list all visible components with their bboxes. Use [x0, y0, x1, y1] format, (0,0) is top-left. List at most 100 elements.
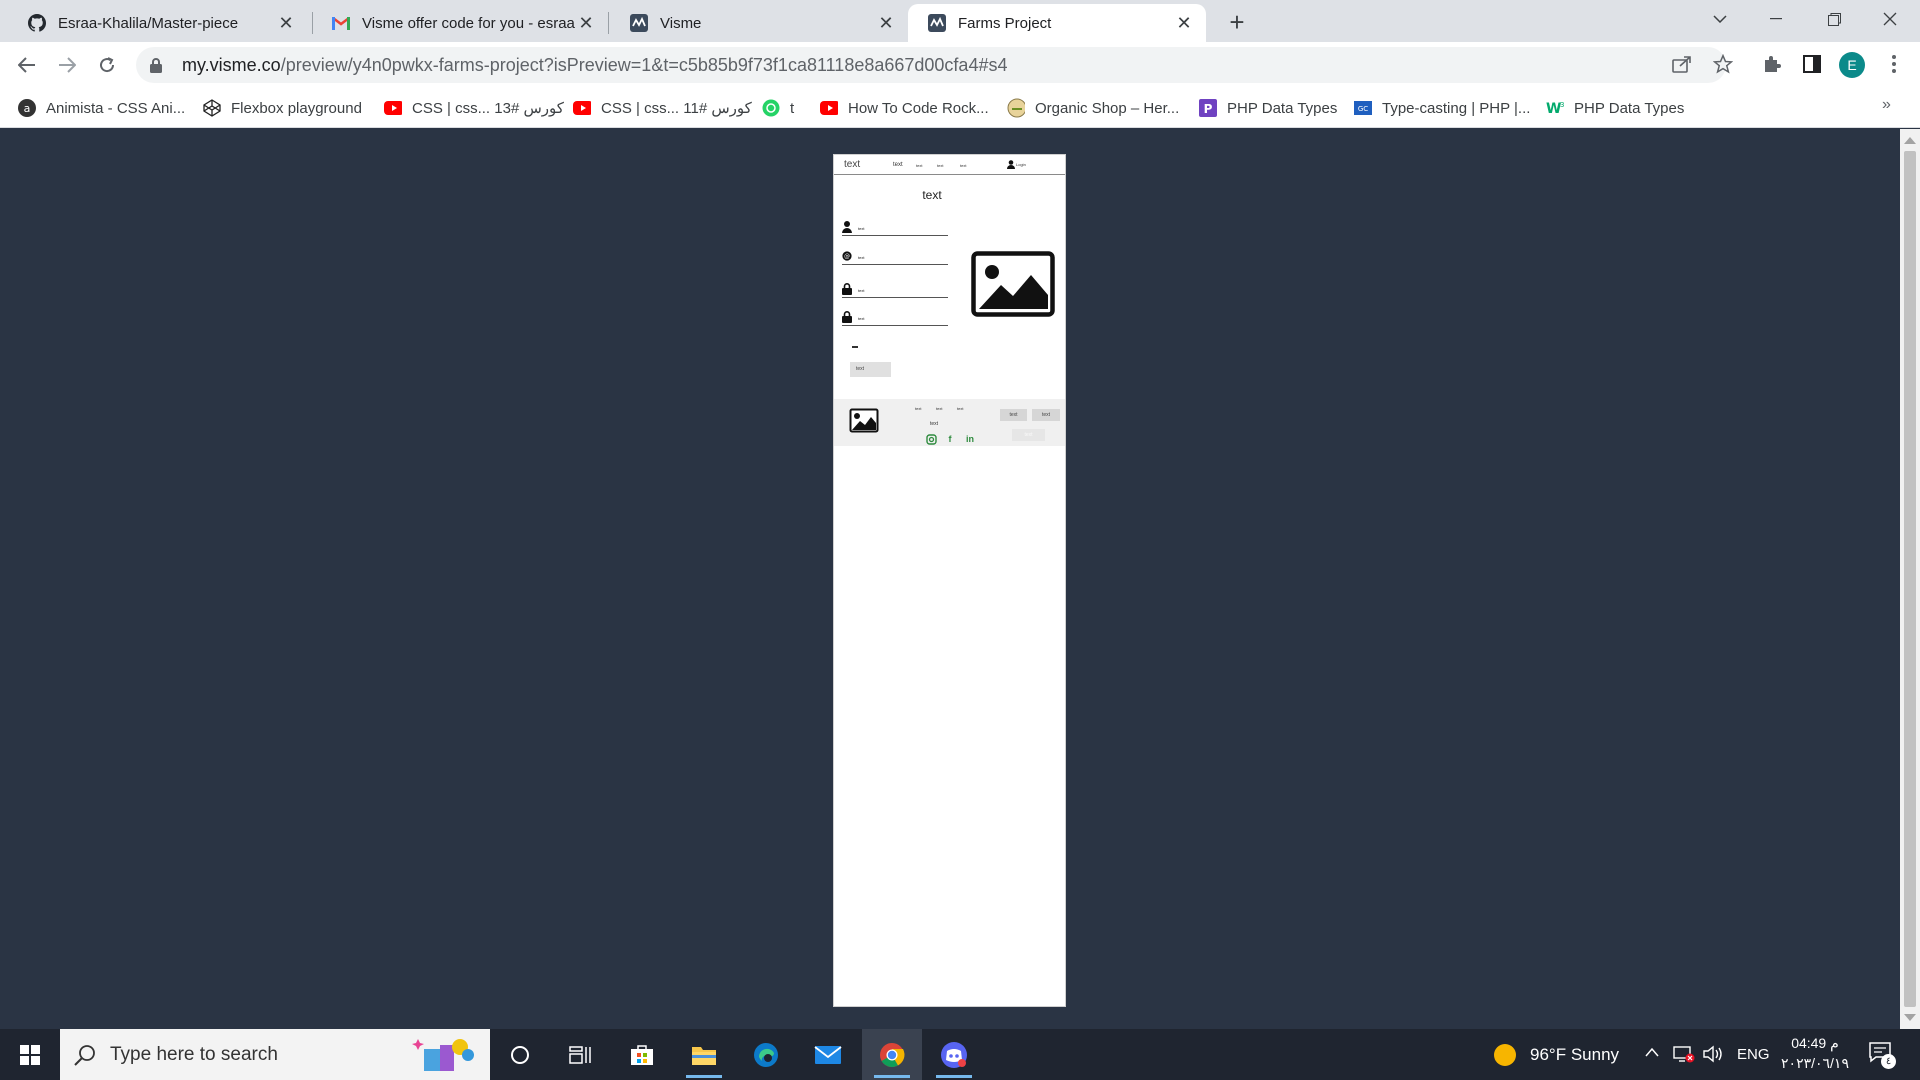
file-explorer-icon[interactable] [674, 1029, 734, 1080]
notification-center-button[interactable]: ٤ [1868, 1041, 1896, 1069]
preview-footer-link[interactable]: text [915, 406, 921, 411]
preview-nav-link[interactable]: text [937, 163, 943, 168]
close-tab-icon[interactable]: ✕ [876, 13, 896, 33]
bookmark-item[interactable]: a Animista - CSS Ani... [18, 96, 185, 120]
close-window-icon[interactable] [1862, 0, 1918, 38]
bookmark-item[interactable]: Flexbox playground [203, 96, 362, 120]
more-menu-icon[interactable] [1880, 50, 1908, 78]
search-icon [74, 1044, 96, 1066]
facebook-icon[interactable]: f [944, 433, 956, 445]
bookmark-item[interactable]: How To Code Rock... [820, 96, 989, 120]
taskbar-search-box[interactable]: Type here to search [60, 1029, 490, 1080]
vertical-scrollbar[interactable] [1900, 129, 1920, 1029]
extensions-puzzle-icon[interactable] [1758, 50, 1786, 78]
microsoft-store-icon[interactable] [612, 1029, 672, 1080]
preview-form-title: text [922, 188, 942, 202]
close-tab-icon[interactable]: ✕ [576, 13, 596, 33]
preview-footer-link[interactable]: text [957, 406, 963, 411]
close-tab-icon[interactable]: ✕ [1174, 13, 1194, 33]
preview-footer-button[interactable]: text [1000, 409, 1027, 421]
close-tab-icon[interactable]: ✕ [276, 13, 296, 33]
preview-login-link[interactable]: Login [1007, 160, 1026, 169]
preview-nav-link[interactable]: text [893, 162, 903, 168]
preview-submit-button[interactable]: text [850, 362, 891, 377]
tab-gmail[interactable]: Visme offer code for you - esraa.k ✕ [312, 4, 608, 42]
preview-brand[interactable]: text [844, 159, 860, 170]
edge-browser-icon[interactable] [736, 1029, 796, 1080]
bookmark-item[interactable]: P PHP Data Types [1199, 96, 1337, 120]
tab-visme[interactable]: Visme ✕ [610, 4, 908, 42]
network-disconnected-icon[interactable] [1673, 1045, 1695, 1063]
preview-confirm-password-field[interactable]: text [842, 310, 948, 326]
windows-taskbar: Type here to search 96°F Sunny ENG 04:49 [0, 1029, 1920, 1080]
clock-date[interactable]: ٢٠٢٣/٠٦/١٩ [1780, 1055, 1850, 1072]
bookmark-item[interactable]: W3 PHP Data Types [1546, 96, 1684, 120]
preview-username-field[interactable]: text [842, 220, 948, 236]
forward-arrow-icon[interactable] [52, 50, 82, 80]
speaker-volume-icon[interactable] [1702, 1045, 1724, 1063]
side-panel-icon[interactable] [1798, 50, 1826, 78]
php-icon: P [1199, 99, 1217, 117]
bookmark-star-icon[interactable] [1709, 50, 1737, 78]
preview-password-field[interactable]: text [842, 282, 948, 298]
bookmarks-overflow-button[interactable]: » [1882, 96, 1891, 114]
preview-email-field[interactable]: @ text [842, 249, 948, 265]
instagram-icon[interactable] [925, 433, 937, 445]
field-label: text [858, 288, 865, 293]
cortana-icon[interactable] [490, 1029, 550, 1080]
bookmark-label: PHP Data Types [1574, 99, 1685, 117]
tray-chevron-up-icon[interactable] [1645, 1047, 1659, 1057]
lock-icon[interactable] [150, 57, 166, 73]
field-label: text [858, 316, 865, 321]
sun-weather-icon[interactable] [1493, 1043, 1517, 1067]
scroll-up-icon[interactable] [1904, 137, 1916, 144]
preview-footer-button[interactable]: text [1032, 409, 1060, 421]
bookmark-item[interactable]: CSS | css... كورس #13 [384, 96, 564, 120]
new-tab-button[interactable]: + [1222, 8, 1252, 38]
user-icon [842, 221, 852, 233]
preview-footer-button[interactable]: text [1012, 429, 1045, 441]
linkedin-icon[interactable]: in [964, 433, 976, 445]
search-highlight-gift-icon [412, 1039, 474, 1071]
chrome-browser-icon[interactable] [862, 1029, 922, 1080]
reload-icon[interactable] [92, 50, 122, 80]
bookmark-item[interactable]: t [762, 96, 794, 120]
language-indicator[interactable]: ENG [1737, 1046, 1770, 1063]
preview-navbar: text text text text text Login [834, 155, 1065, 175]
scroll-thumb[interactable] [1904, 151, 1916, 1007]
mail-icon[interactable] [798, 1029, 858, 1080]
restore-icon[interactable] [1806, 0, 1862, 38]
bookmark-label: Animista - CSS Ani... [46, 99, 186, 117]
youtube-icon [384, 99, 402, 117]
url-text[interactable]: my.visme.co/preview/y4n0pwkx-farms-proje… [182, 55, 1007, 76]
scroll-down-icon[interactable] [1904, 1014, 1916, 1021]
visme-preview-page[interactable]: text text text text text Login text text… [833, 154, 1066, 1007]
tab-github[interactable]: Esraa-Khalila/Master-piece ✕ [8, 4, 308, 42]
email-icon: @ [842, 251, 852, 261]
back-arrow-icon[interactable] [12, 50, 42, 80]
share-icon[interactable] [1668, 50, 1696, 78]
weather-text[interactable]: 96°F Sunny [1530, 1045, 1619, 1065]
preview-nav-link[interactable]: text [916, 163, 922, 168]
task-view-icon[interactable] [550, 1029, 610, 1080]
preview-footer-link[interactable]: text [936, 406, 942, 411]
clock-time[interactable]: 04:49 م [1780, 1035, 1850, 1052]
preview-footer: text text text text f in text text text [834, 399, 1065, 446]
tab-separator [608, 12, 609, 34]
windows-start-button[interactable] [0, 1029, 60, 1080]
bookmark-item[interactable]: Organic Shop – Her... [1007, 96, 1179, 120]
tab-farms-project[interactable]: Farms Project ✕ [908, 4, 1206, 42]
bookmark-item[interactable]: GC Type-casting | PHP |... [1354, 96, 1530, 120]
tab-search-chevron-icon[interactable] [1692, 0, 1748, 38]
bookmark-item[interactable]: CSS | css... كورس #11 [573, 96, 752, 120]
discord-icon[interactable] [924, 1029, 984, 1080]
url-host: my.visme.co [182, 54, 281, 75]
preview-nav-link[interactable]: text [960, 163, 966, 168]
gc-icon: GC [1354, 99, 1372, 117]
address-bar[interactable]: my.visme.co/preview/y4n0pwkx-farms-proje… [136, 47, 1726, 83]
whatsapp-icon [762, 99, 780, 117]
minimize-icon[interactable] [1748, 0, 1804, 38]
tab-title: Visme [660, 14, 702, 32]
profile-avatar[interactable]: E [1839, 52, 1865, 78]
svg-text:GC: GC [1358, 105, 1368, 113]
